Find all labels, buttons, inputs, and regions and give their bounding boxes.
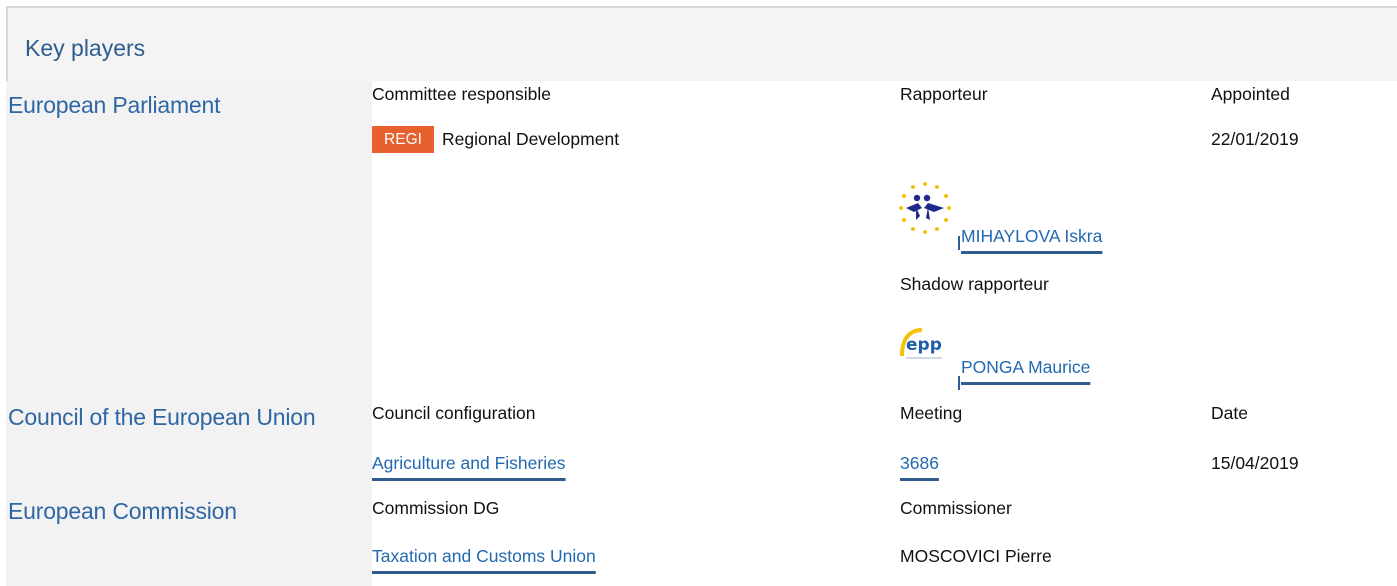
logo-link-marker bbox=[958, 376, 960, 390]
renew-europe-logo-icon bbox=[899, 182, 951, 234]
epp-logo-icon: epp bbox=[900, 328, 942, 359]
committee-code-badge: REGI bbox=[372, 126, 434, 153]
appointed-date: 22/01/2019 bbox=[1211, 129, 1299, 149]
shadow-rapporteur-header: Shadow rapporteur bbox=[900, 274, 1049, 294]
institution-parliament: European Parliament bbox=[8, 92, 221, 118]
commissioner-header: Commissioner bbox=[900, 498, 1012, 518]
shadow-rapporteur-link[interactable]: PONGA Maurice bbox=[961, 357, 1090, 378]
institution-commission: European Commission bbox=[8, 498, 237, 524]
key-players-panel: Key players European Parliament Council … bbox=[0, 0, 1397, 586]
section-title: Key players bbox=[25, 35, 146, 61]
commissioner-name: MOSCOVICI Pierre bbox=[900, 546, 1052, 566]
appointed-header: Appointed bbox=[1211, 84, 1290, 104]
meeting-link[interactable]: 3686 bbox=[900, 453, 939, 474]
council-config-header: Council configuration bbox=[372, 403, 536, 423]
epp-logo-text: epp bbox=[906, 335, 942, 355]
section-header: Key players bbox=[6, 6, 1397, 81]
rapporteur-header: Rapporteur bbox=[900, 84, 988, 104]
date-header: Date bbox=[1211, 403, 1248, 423]
commission-dg-link[interactable]: Taxation and Customs Union bbox=[372, 546, 596, 567]
committee-name: Regional Development bbox=[442, 129, 620, 149]
logo-link-marker bbox=[958, 236, 960, 250]
institution-column: European Parliament Council of the Europ… bbox=[6, 81, 372, 586]
rapporteur-link[interactable]: MIHAYLOVA Iskra bbox=[961, 226, 1102, 247]
council-configuration-link[interactable]: Agriculture and Fisheries bbox=[372, 453, 566, 474]
commission-dg-header: Commission DG bbox=[372, 498, 500, 518]
institution-council: Council of the European Union bbox=[8, 404, 316, 430]
committee-header: Committee responsible bbox=[372, 84, 551, 104]
meeting-header: Meeting bbox=[900, 403, 963, 423]
council-date: 15/04/2019 bbox=[1211, 453, 1299, 473]
